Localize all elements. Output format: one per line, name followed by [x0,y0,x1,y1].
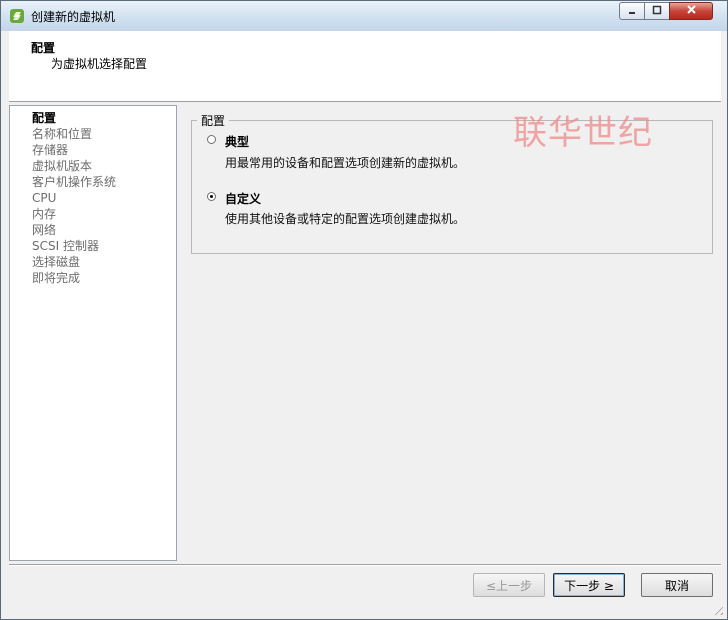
close-icon [686,4,697,19]
step-select-disk[interactable]: 选择磁盘 [32,254,80,270]
cancel-button[interactable]: 取消 [641,573,713,597]
dialog-window: 创建新的虚拟机 配置 为虚拟机选择配置 配置 名称和位置 存储器 虚拟机版本 客… [0,0,728,620]
minimize-icon [627,5,637,18]
back-button[interactable]: ≤上一步 [473,573,545,597]
step-vm-version[interactable]: 虚拟机版本 [32,158,92,174]
step-storage[interactable]: 存储器 [32,142,68,158]
page-title: 配置 [31,41,56,55]
step-guest-os[interactable]: 客户机操作系统 [32,174,116,190]
step-scsi-controller[interactable]: SCSI 控制器 [32,238,99,254]
maximize-icon [652,5,662,18]
footer-divider [9,564,721,566]
typical-radio[interactable] [207,135,216,144]
maximize-button[interactable] [644,2,670,20]
close-button[interactable] [669,2,713,20]
watermark-text: 联华世纪 [513,113,653,153]
configuration-group-label: 配置 [197,112,230,129]
minimize-button[interactable] [619,2,645,20]
wizard-steps-sidebar: 配置 名称和位置 存储器 虚拟机版本 客户机操作系统 CPU 内存 网络 SCS… [9,105,177,561]
custom-option-description: 使用其他设备或特定的配置选项创建虚拟机。 [225,212,466,226]
step-cpu[interactable]: CPU [32,190,56,206]
vsphere-app-icon [9,8,25,24]
typical-option-description: 用最常用的设备和配置选项创建新的虚拟机。 [225,156,466,170]
step-configuration[interactable]: 配置 [32,110,56,126]
page-subtitle: 为虚拟机选择配置 [51,57,148,71]
step-network[interactable]: 网络 [32,222,56,238]
wizard-header: 配置 为虚拟机选择配置 [9,31,721,102]
typical-option-label[interactable]: 典型 [225,133,249,150]
step-memory[interactable]: 内存 [32,206,56,222]
step-name-location[interactable]: 名称和位置 [32,126,92,142]
next-button[interactable]: 下一步 ≥ [553,573,625,597]
step-ready-to-complete[interactable]: 即将完成 [32,270,80,286]
window-title: 创建新的虚拟机 [31,10,116,24]
custom-option-label[interactable]: 自定义 [225,190,261,207]
resize-grip-icon[interactable] [711,603,723,615]
title-bar[interactable]: 创建新的虚拟机 [1,1,727,31]
custom-radio[interactable] [207,192,216,201]
